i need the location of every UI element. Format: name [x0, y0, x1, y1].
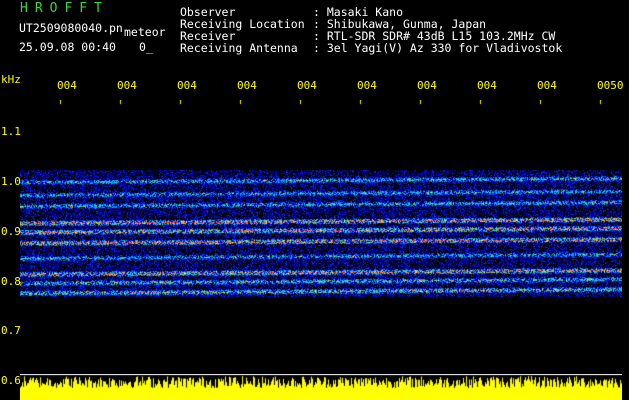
- x-tick-label: 004: [537, 79, 557, 92]
- x-tick-label: 004: [117, 79, 137, 92]
- x-tick-label: 004: [177, 79, 197, 92]
- datetime: 25.09.08 00:40: [19, 40, 116, 54]
- y-tick-label: 0.6: [1, 374, 21, 387]
- y-axis-unit: kHz: [1, 73, 21, 86]
- y-tick-label: 1.0: [1, 175, 21, 188]
- y-tick-label: 0.9: [1, 225, 21, 238]
- x-tick-label: 004: [357, 79, 377, 92]
- antenna-label: Receiving Antenna: [180, 41, 298, 55]
- datetime-suffix: 0_: [139, 40, 153, 54]
- filename: UT2509080040.pn: [19, 21, 123, 35]
- antenna-value: : 3el Yagi(V) Az 330 for Vladivostok: [313, 41, 563, 55]
- y-tick-label: 1.1: [1, 125, 21, 138]
- waterfall-spectrogram: [20, 100, 622, 372]
- signal-strength-strip: [20, 374, 622, 400]
- x-tick-label: 004: [477, 79, 497, 92]
- x-tick-label: 004: [417, 79, 437, 92]
- x-tick-label: 004: [57, 79, 77, 92]
- meteor-tag: meteor: [124, 25, 166, 39]
- y-tick-label: 0.7: [1, 324, 21, 337]
- x-tick-label: 0050: [597, 79, 624, 92]
- x-tick-label: 004: [297, 79, 317, 92]
- x-tick-label: 004: [237, 79, 257, 92]
- app-title: HROFFT: [20, 1, 109, 16]
- y-tick-label: 0.8: [1, 275, 21, 288]
